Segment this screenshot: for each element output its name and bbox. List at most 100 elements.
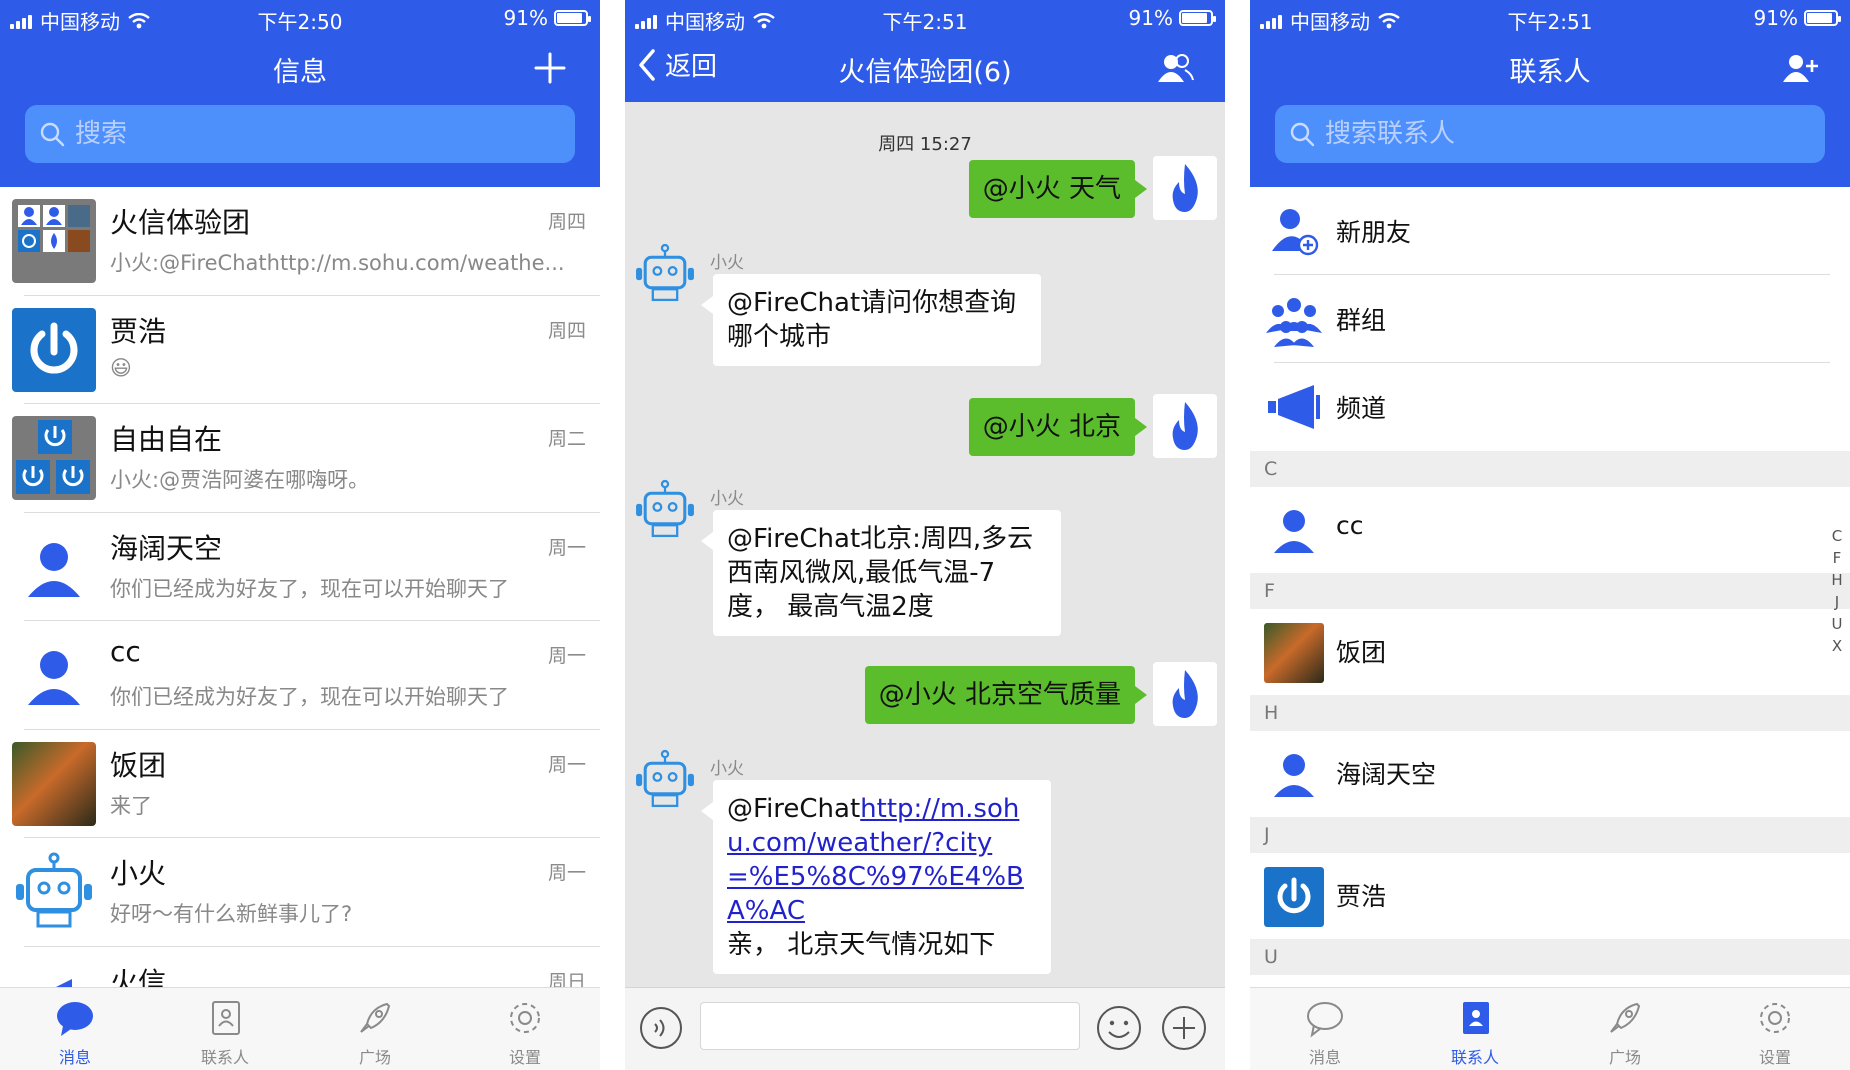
search-input[interactable] [1323, 118, 1807, 150]
message-input[interactable] [700, 1002, 1080, 1050]
emoji-icon[interactable] [1095, 1004, 1143, 1052]
index-letter[interactable]: F [1830, 547, 1844, 569]
battery-icon [1179, 10, 1216, 26]
page-title: 火信体验团(6) [838, 57, 1012, 88]
outgoing-message[interactable]: @小火 北京空气质量 [864, 666, 1148, 724]
user-avatar-icon [1274, 510, 1314, 553]
status-bar: 中国移动 下午2:50 91% [0, 0, 600, 36]
battery-icon [554, 10, 591, 26]
flame-avatar-icon [1153, 394, 1217, 458]
flame-avatar-icon [1153, 662, 1217, 726]
group-members-icon[interactable] [1155, 48, 1195, 88]
conversation-name: 自由自在 [110, 423, 223, 456]
tab-messages[interactable]: 消息 [0, 988, 150, 1070]
conversation-row[interactable]: 贾浩 周四 😃 [0, 296, 600, 405]
contact-row[interactable]: cc [1250, 487, 1850, 573]
conversation-name: 贾浩 [110, 314, 167, 348]
contacts-screen: 中国移动 下午2:51 91% 联系人 新朋友 群组 [1250, 0, 1850, 1070]
brand-avatar [12, 959, 96, 987]
add-friend-icon [1272, 209, 1319, 256]
conversation-time: 周一 [547, 645, 586, 667]
header: 中国移动 下午2:51 91% 返回 火信体验团(6) [625, 0, 1225, 102]
rocket-icon [360, 1002, 391, 1033]
message-timestamp: 周四 15:27 [878, 134, 972, 155]
conversation-row[interactable]: 饭团 周一 来了 [0, 730, 600, 839]
status-bar: 中国移动 下午2:51 91% [625, 0, 1225, 36]
conversation-row[interactable]: 自由自在 周二 小火:@贾浩阿婆在哪嗨呀。 [0, 404, 600, 513]
section-header: J [1250, 817, 1850, 853]
outgoing-message[interactable]: @小火 北京 [968, 398, 1148, 456]
tab-label: 设置 [1758, 1048, 1791, 1067]
contacts-book-icon [212, 1001, 240, 1035]
search-input[interactable] [73, 118, 557, 150]
conversation-row[interactable]: cc 周一 你们已经成为好友了，现在可以开始聊天了 [0, 621, 600, 730]
plus-icon[interactable] [1160, 1004, 1208, 1052]
index-letter[interactable]: X [1830, 635, 1844, 657]
tab-messages[interactable]: 消息 [1250, 988, 1400, 1070]
conversation-time: 周二 [547, 428, 586, 450]
incoming-message[interactable]: @FireChathttp://m.sohu.com/weather/?city… [701, 780, 1051, 974]
new-friends-row[interactable]: 新朋友 [1250, 187, 1850, 275]
groups-row[interactable]: 群组 [1250, 275, 1850, 363]
photo-avatar [12, 741, 96, 826]
conversation-preview: 小火:@FireChathttp://m.sohu.com/weathe... [110, 251, 565, 275]
channels-row[interactable]: 频道 [1250, 363, 1850, 451]
outgoing-message[interactable]: @小火 天气 [968, 160, 1148, 218]
contact-name: 饭团 [1336, 638, 1387, 667]
contact-row[interactable]: 贾浩 [1250, 853, 1850, 939]
flame-avatar-icon [1153, 156, 1217, 220]
section-header: F [1250, 573, 1850, 609]
conversation-name: 火信 [110, 965, 167, 988]
search-bar[interactable] [1275, 105, 1825, 163]
user-avatar [12, 633, 96, 717]
conversation-name: 火信体验团 [110, 206, 251, 239]
conversation-row[interactable]: 火信 周日 [0, 947, 600, 988]
section-header: C [1250, 451, 1850, 487]
tab-plaza[interactable]: 广场 [300, 988, 450, 1070]
add-icon[interactable] [530, 48, 570, 88]
tab-contacts[interactable]: 联系人 [1400, 988, 1550, 1070]
user-avatar-icon [1274, 754, 1314, 797]
tab-label: 广场 [358, 1048, 391, 1067]
add-contact-icon[interactable] [1780, 48, 1820, 88]
conversation-name: cc [110, 635, 141, 668]
search-bar[interactable] [25, 105, 575, 163]
robot-avatar-icon [636, 243, 694, 302]
section-header: U [1250, 939, 1850, 975]
battery-percent: 91% [1753, 6, 1798, 30]
incoming-message[interactable]: @FireChat请问你想查询哪个城市 [701, 274, 1041, 366]
voice-icon[interactable] [639, 1006, 683, 1050]
rocket-icon [1610, 1002, 1641, 1033]
tab-settings[interactable]: 设置 [450, 988, 600, 1070]
conversation-row[interactable]: 小火 周一 好呀～有什么新鲜事儿了? [0, 838, 600, 947]
search-icon [1290, 122, 1315, 147]
index-letter[interactable]: C [1830, 525, 1844, 547]
navbar: 返回 火信体验团(6) [625, 36, 1225, 102]
contact-row[interactable]: 海阔天空 [1250, 731, 1850, 817]
tab-plaza[interactable]: 广场 [1550, 988, 1700, 1070]
group-avatar [12, 199, 96, 283]
conversation-time: 周一 [547, 753, 586, 776]
conversation-preview: 😃 [110, 355, 132, 380]
contacts-list: 新朋友 群组 频道 C cc F 饭团 H 海阔天空 J 贾浩 U [1250, 187, 1850, 987]
index-letter[interactable]: U [1830, 613, 1844, 635]
index-letter[interactable]: H [1830, 569, 1844, 591]
contact-row[interactable]: 饭团 [1250, 609, 1850, 695]
conversation-row[interactable]: 火信体验团 周四 小火:@FireChathttp://m.sohu.com/w… [0, 187, 600, 296]
search-icon [40, 122, 65, 147]
incoming-message[interactable]: @FireChat北京:周四,多云西南风微风,最低气温-7度， 最高气温2度 [701, 510, 1061, 636]
conversation-list: 火信体验团 周四 小火:@FireChathttp://m.sohu.com/w… [0, 187, 600, 987]
messages-screen: 中国移动 下午2:50 91% 信息 搜索 火信体验团 周四 小火:@FireC… [0, 0, 600, 1070]
alphabet-index[interactable]: C F H J U X [1830, 525, 1844, 657]
conversation-time: 周一 [547, 862, 586, 884]
power-avatar [12, 307, 96, 392]
tab-settings[interactable]: 设置 [1700, 988, 1850, 1070]
sender-name: 小火 [710, 759, 744, 779]
contacts-book-icon [1463, 1002, 1489, 1034]
conversation-row[interactable]: 海阔天空 周一 你们已经成为好友了，现在可以开始聊天了 [0, 513, 600, 622]
tab-contacts[interactable]: 联系人 [150, 988, 300, 1070]
index-letter[interactable]: J [1830, 591, 1844, 613]
message-text: @FireChat [727, 794, 861, 824]
gear-icon [1760, 1003, 1790, 1033]
page-title: 联系人 [1509, 57, 1591, 88]
